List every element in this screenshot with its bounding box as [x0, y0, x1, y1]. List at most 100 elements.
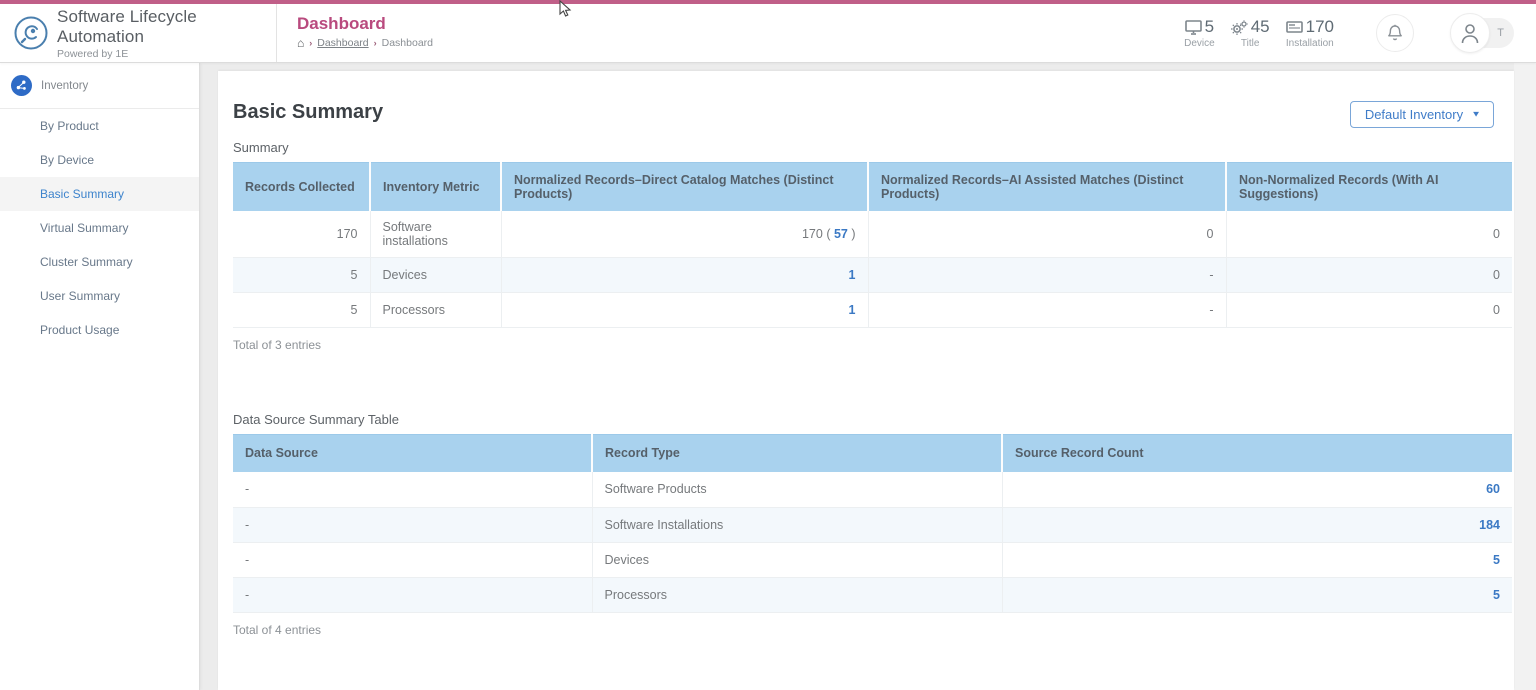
home-icon[interactable]: ⌂	[297, 37, 304, 49]
header-stats: 5 Device 45 Title 170 Installation	[1184, 17, 1334, 49]
summary-table-body: 170 Software installations 170 ( 57 ) 0 0 5 De…	[233, 210, 1512, 328]
table-cell: 0	[1225, 292, 1512, 328]
page-head: Dashboard ⌂ › Dashboard › Dashboard	[277, 4, 1184, 62]
table-cell: 0	[1225, 210, 1512, 258]
stat-title-label: Title	[1240, 38, 1260, 49]
table-cell: Processors	[591, 577, 1003, 613]
cell-link-value[interactable]: 1	[849, 268, 856, 282]
user-menu[interactable]: T	[1450, 13, 1514, 53]
breadcrumb: ⌂ › Dashboard › Dashboard	[297, 37, 1184, 49]
stat-installation-label: Installation	[1285, 38, 1334, 49]
cell-value: Software Installations	[604, 517, 724, 532]
col-direct-catalog-matches[interactable]: Normalized Records–Direct Catalog Matche…	[500, 162, 868, 211]
sidebar-item-virtual-summary[interactable]: Virtual Summary	[0, 211, 199, 245]
sidebar-item-user-summary[interactable]: User Summary	[0, 279, 199, 313]
cell-value: 5	[350, 302, 358, 317]
summary-table-label: Summary	[233, 140, 289, 155]
stat-title-value: 45	[1250, 17, 1270, 36]
sidebar-item-product-usage[interactable]: Product Usage	[0, 313, 199, 347]
data-source-header-row: Data Source Record Type Source Record Co…	[233, 433, 1512, 472]
table-cell: 5	[1001, 542, 1512, 578]
breadcrumb-current: Dashboard	[381, 37, 433, 49]
cell-value: -	[245, 552, 250, 567]
brand-text: Software Lifecycle Automation Powered by…	[57, 7, 276, 60]
breadcrumb-link[interactable]: Dashboard	[317, 37, 368, 49]
header-right: 5 Device 45 Title 170 Installation T	[1184, 4, 1536, 62]
sidebar-section-inventory[interactable]: Inventory	[0, 63, 199, 109]
col-ai-assisted-matches[interactable]: Normalized Records–AI Assisted Matches (…	[867, 162, 1226, 211]
cell-value: -	[1209, 302, 1214, 317]
cell-link-value[interactable]: 5	[1493, 588, 1500, 602]
cell-link-value[interactable]: 5	[1493, 553, 1500, 567]
summary-total: Total of 3 entries	[233, 337, 322, 352]
table-cell: -	[867, 257, 1227, 293]
inventory-icon	[11, 75, 32, 96]
sidebar-item-by-device[interactable]: By Device	[0, 143, 199, 177]
table-row: - Processors 5	[233, 577, 1512, 613]
cell-value: -	[245, 482, 250, 497]
cell-value: 170	[336, 226, 358, 241]
col-records-collected[interactable]: Records Collected	[233, 162, 370, 211]
stat-installation: 170 Installation	[1285, 17, 1334, 49]
cell-value: Processors	[604, 587, 668, 602]
table-cell: 60	[1001, 472, 1512, 508]
cell-value: Devices	[604, 552, 649, 567]
col-record-type[interactable]: Record Type	[591, 433, 1002, 472]
avatar[interactable]	[1450, 13, 1490, 53]
chevron-right-icon: ›	[309, 38, 313, 48]
col-source-record-count[interactable]: Source Record Count	[1001, 433, 1512, 472]
sidebar: Inventory By Product By Device Basic Sum…	[0, 63, 200, 690]
table-cell: -	[233, 472, 593, 508]
cell-value: 0	[1493, 302, 1500, 317]
bell-icon	[1388, 24, 1402, 41]
data-source-table-body: - Software Products 60 - Software Installati…	[233, 472, 1512, 613]
col-inventory-metric[interactable]: Inventory Metric	[369, 162, 501, 211]
sidebar-item-basic-summary[interactable]: Basic Summary	[0, 177, 199, 211]
cell-value: 5	[350, 267, 358, 282]
cell-link-value[interactable]: 1	[849, 303, 856, 317]
table-cell: 5	[233, 257, 371, 293]
cell-value: -	[245, 517, 250, 532]
col-non-normalized[interactable]: Non-Normalized Records (With AI Suggesti…	[1225, 162, 1512, 211]
table-cell: 0	[1225, 257, 1512, 293]
app-header: Software Lifecycle Automation Powered by…	[0, 4, 1536, 63]
cell-value: -	[245, 587, 250, 602]
cell-value: 0	[1493, 226, 1500, 241]
table-cell: 170	[233, 210, 371, 258]
table-cell: 1	[500, 292, 869, 328]
cell-link-value[interactable]: 57	[834, 227, 848, 241]
table-row: 170 Software installations 170 ( 57 ) 0 0	[233, 210, 1512, 258]
table-cell: 0	[867, 210, 1227, 258]
cell-link-value[interactable]: 60	[1486, 482, 1500, 496]
gears-icon	[1230, 19, 1248, 35]
cell-value: Devices	[382, 267, 427, 282]
table-cell: -	[233, 577, 593, 613]
sidebar-item-by-product[interactable]: By Product	[0, 109, 199, 143]
cell-value: Processors	[382, 302, 446, 317]
inventory-selector-dropdown[interactable]: Default Inventory ▼	[1349, 101, 1494, 128]
data-source-total: Total of 4 entries	[233, 622, 322, 637]
app-logo-icon	[14, 16, 48, 50]
cell-value: -	[1209, 267, 1214, 282]
notifications-button[interactable]	[1376, 14, 1414, 52]
main-content: Basic Summary Default Inventory ▼ Summar…	[218, 71, 1514, 690]
table-row: - Software Products 60	[233, 472, 1512, 508]
right-gutter	[1514, 63, 1536, 690]
cell-link-value[interactable]: 184	[1479, 518, 1500, 532]
table-row: 5 Processors 1 - 0	[233, 292, 1512, 328]
col-data-source[interactable]: Data Source	[233, 433, 592, 472]
top-accent-bar	[0, 0, 1536, 4]
main-title: Basic Summary	[233, 101, 384, 123]
stat-installation-value: 170	[1305, 17, 1334, 36]
page-title: Dashboard	[297, 14, 386, 33]
table-cell: -	[867, 292, 1227, 328]
table-cell: Processors	[369, 292, 502, 328]
table-cell: 170 ( 57 )	[500, 210, 869, 258]
sidebar-item-cluster-summary[interactable]: Cluster Summary	[0, 245, 199, 279]
table-cell: Software installations	[369, 210, 502, 258]
table-cell: 184	[1001, 507, 1512, 543]
cell-value: Software installations	[382, 219, 448, 248]
data-source-table-label: Data Source Summary Table	[233, 411, 399, 427]
table-cell: 5	[1001, 577, 1512, 613]
table-cell: -	[233, 507, 593, 543]
